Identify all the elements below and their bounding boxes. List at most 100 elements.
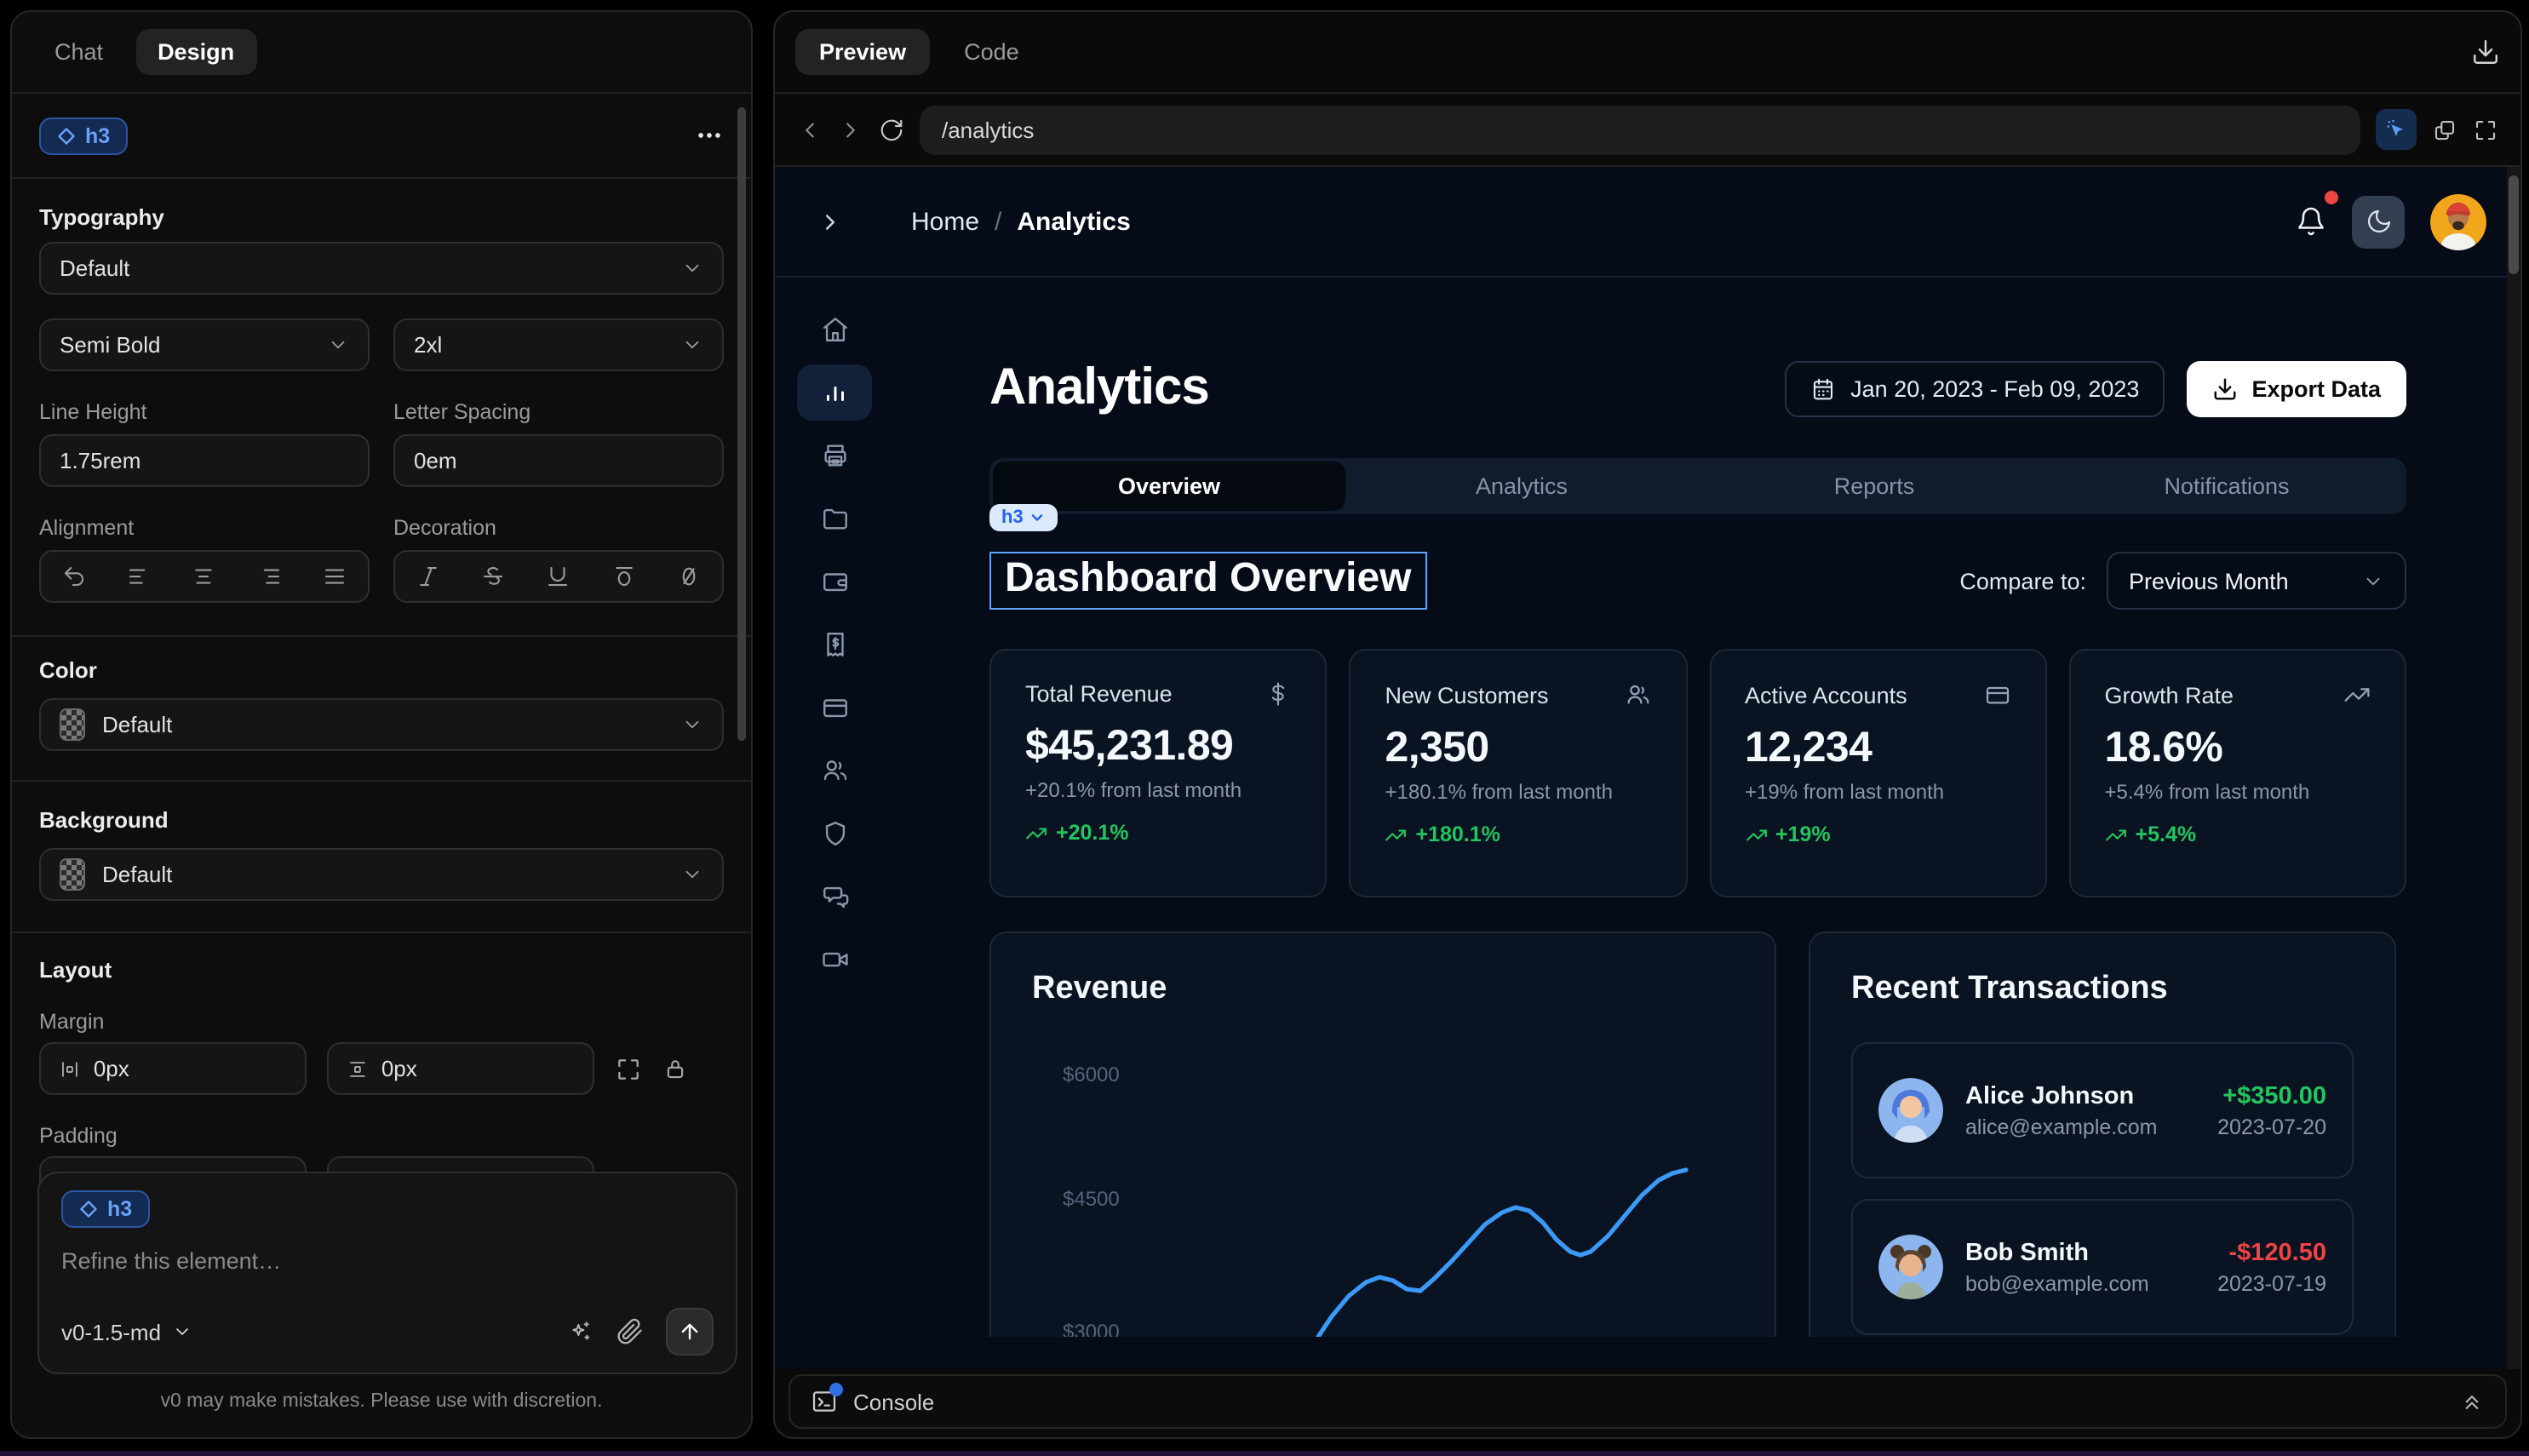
inspect-cursor-icon[interactable] — [2376, 109, 2417, 150]
italic-icon[interactable] — [415, 564, 440, 589]
theme-toggle-button[interactable] — [2352, 195, 2405, 248]
line-height-input[interactable] — [60, 448, 349, 473]
revenue-line-chart — [1025, 1010, 1758, 1337]
avatar — [1878, 1235, 1943, 1299]
chevron-down-icon — [681, 257, 703, 279]
color-select[interactable]: Default — [39, 698, 724, 751]
revenue-chart-card: Revenue $6000 $4500 $3000 — [989, 931, 1776, 1337]
trending-up-icon — [2105, 823, 2127, 846]
preview-scrollbar[interactable] — [2507, 167, 2520, 1369]
stat-card-total-revenue: Total Revenue $45,231.89 +20.1% from las… — [989, 649, 1328, 897]
overline-icon[interactable] — [611, 564, 637, 589]
nav-folder-icon[interactable] — [797, 490, 872, 547]
refresh-icon[interactable] — [879, 117, 904, 142]
avatar — [1878, 1078, 1943, 1143]
nav-receipt-icon[interactable] — [797, 616, 872, 673]
submit-prompt-button[interactable] — [666, 1308, 714, 1356]
disclaimer-text: v0 may make mistakes. Please use with di… — [12, 1391, 751, 1412]
user-avatar[interactable] — [2430, 193, 2486, 249]
sidebar-toggle-icon[interactable] — [817, 209, 843, 234]
nav-home-icon[interactable] — [797, 301, 872, 358]
typography-heading: Typography — [39, 204, 724, 230]
url-input[interactable] — [942, 117, 2338, 142]
paperclip-icon[interactable] — [616, 1318, 644, 1345]
font-size-select[interactable]: 2xl — [393, 318, 724, 371]
date-range-picker[interactable]: Jan 20, 2023 - Feb 09, 2023 — [1784, 360, 2165, 416]
tab-notifications[interactable]: Notifications — [2050, 461, 2403, 511]
prompt-placeholder[interactable]: Refine this element… — [61, 1248, 714, 1274]
download-icon — [2212, 375, 2238, 401]
nav-analytics-icon[interactable] — [797, 364, 872, 421]
nav-users-icon[interactable] — [797, 742, 872, 799]
chart-title: Revenue — [1032, 971, 1734, 1008]
margin-lock-icon[interactable] — [662, 1056, 688, 1081]
fullscreen-icon[interactable] — [2473, 117, 2498, 142]
panel-scrollbar[interactable] — [737, 107, 746, 741]
recent-transactions-card: Recent Transactions Alice Johnson — [1809, 931, 2396, 1337]
align-left-icon[interactable] — [126, 564, 152, 589]
nav-cards-icon[interactable] — [797, 679, 872, 736]
diamond-icon — [78, 1199, 99, 1219]
model-selector[interactable]: v0-1.5-md — [61, 1319, 192, 1344]
letter-spacing-input-wrap — [393, 434, 724, 487]
revenue-line — [1202, 1170, 1686, 1337]
tab-reports[interactable]: Reports — [1698, 461, 2050, 511]
align-center-icon[interactable] — [192, 564, 217, 589]
letter-spacing-input[interactable] — [414, 448, 703, 473]
trending-up-icon — [1025, 822, 1047, 844]
nav-video-icon[interactable] — [797, 931, 872, 988]
back-icon[interactable] — [797, 117, 823, 142]
nav-messages-icon[interactable] — [797, 868, 872, 925]
scrollbar-thumb[interactable] — [2509, 175, 2519, 274]
transaction-date: 2023-07-19 — [2217, 1271, 2326, 1295]
calendar-icon — [1809, 375, 1835, 401]
trending-up-icon — [2343, 681, 2371, 708]
trending-up-icon — [1385, 823, 1408, 846]
notifications-bell-icon[interactable] — [2296, 206, 2326, 237]
nav-shield-icon[interactable] — [797, 805, 872, 862]
selected-heading[interactable]: Dashboard Overview — [989, 552, 1427, 610]
expand-console-icon[interactable] — [2459, 1389, 2485, 1414]
compare-select[interactable]: Previous Month — [2107, 552, 2406, 610]
tab-analytics[interactable]: Analytics — [1345, 461, 1698, 511]
copy-icon[interactable] — [2432, 117, 2457, 142]
underline-icon[interactable] — [546, 564, 571, 589]
font-weight-select[interactable]: Semi Bold — [39, 318, 370, 371]
selected-element-chip[interactable]: h3 — [989, 504, 1058, 531]
nav-wallet-icon[interactable] — [797, 553, 872, 610]
undo-icon[interactable] — [60, 564, 86, 589]
font-select[interactable]: Default — [39, 242, 724, 295]
align-right-icon[interactable] — [257, 564, 283, 589]
console-bar[interactable]: Console — [789, 1374, 2507, 1429]
margin-y-input[interactable] — [381, 1056, 574, 1081]
analytics-app: Home / Analytics — [775, 167, 2520, 1369]
export-data-button[interactable]: Export Data — [2187, 360, 2406, 416]
selected-element-row: h3 — [12, 94, 751, 179]
transaction-date: 2023-07-20 — [2217, 1115, 2326, 1138]
refine-prompt-box[interactable]: h3 Refine this element… v0-1.5-md — [37, 1172, 737, 1374]
tab-chat[interactable]: Chat — [32, 29, 125, 75]
tab-code[interactable]: Code — [940, 29, 1043, 75]
design-properties: Typography Default Semi Bold 2xl Line He… — [12, 204, 751, 1209]
stat-card-active-accounts: Active Accounts 12,234 +19% from last mo… — [1709, 649, 2047, 897]
nav-printer-icon[interactable] — [797, 427, 872, 484]
tab-preview[interactable]: Preview — [795, 29, 930, 75]
download-icon[interactable] — [2471, 37, 2500, 66]
strikethrough-icon[interactable] — [480, 564, 506, 589]
credit-card-icon — [1984, 681, 2011, 708]
no-decoration-icon[interactable] — [677, 564, 702, 589]
tab-design[interactable]: Design — [135, 29, 256, 75]
margin-expand-icon[interactable] — [615, 1055, 642, 1082]
align-justify-icon[interactable] — [323, 564, 348, 589]
breadcrumb-home[interactable]: Home — [911, 207, 979, 236]
background-select[interactable]: Default — [39, 848, 724, 901]
app-header: Home / Analytics — [775, 167, 2520, 278]
more-menu-icon[interactable] — [695, 121, 724, 150]
console-activity-dot — [829, 1383, 843, 1396]
alignment-group — [39, 550, 370, 603]
element-badge[interactable]: h3 — [39, 117, 127, 154]
forward-icon[interactable] — [838, 117, 863, 142]
sparkles-icon[interactable] — [567, 1318, 594, 1345]
chevron-down-icon — [171, 1321, 192, 1342]
margin-x-input[interactable] — [94, 1056, 286, 1081]
